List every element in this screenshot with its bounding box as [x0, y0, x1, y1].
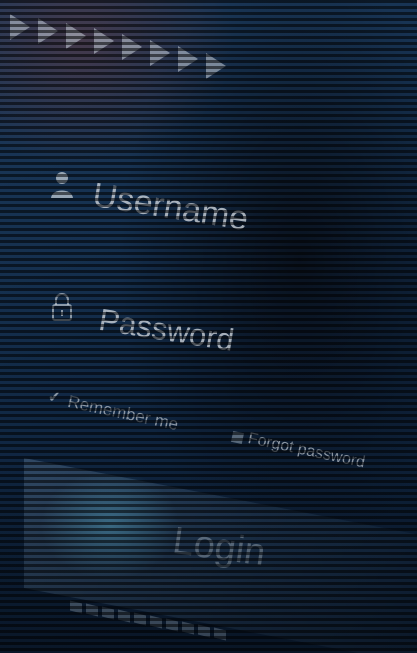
- chevron-right-icon: [94, 28, 114, 54]
- check-icon[interactable]: ✔: [48, 388, 61, 406]
- key-tile: [198, 624, 210, 638]
- chevron-right-icon: [122, 34, 142, 60]
- key-tile: [118, 609, 130, 623]
- chevron-right-icon: [206, 53, 226, 79]
- forgot-password-checkbox[interactable]: [230, 430, 245, 445]
- chevron-right-icon: [66, 23, 86, 49]
- key-tile: [166, 618, 178, 632]
- chevron-right-icon: [150, 40, 170, 66]
- chevron-right-icon: [10, 14, 30, 40]
- key-tile: [134, 612, 146, 626]
- chevron-right-icon: [178, 46, 198, 72]
- key-tile: [102, 606, 114, 620]
- key-tile: [86, 603, 98, 617]
- key-tile: [70, 600, 82, 614]
- remember-me-label[interactable]: Remember me: [66, 392, 180, 435]
- lock-icon: [52, 292, 72, 326]
- key-tile: [214, 627, 226, 641]
- chevron-right-icon: [38, 18, 58, 44]
- key-tile: [150, 615, 162, 629]
- arrow-chevrons: [10, 8, 250, 88]
- password-label: Password: [96, 302, 237, 358]
- forgot-password-link[interactable]: Forgot password: [246, 430, 366, 472]
- key-tiles: [70, 598, 330, 641]
- key-tile: [182, 621, 194, 635]
- user-icon: [50, 170, 74, 204]
- button-glow: [40, 470, 180, 580]
- username-label: Username: [90, 176, 251, 239]
- login-screen-photo: Username Password ✔ Remember me Forgot p…: [0, 0, 417, 653]
